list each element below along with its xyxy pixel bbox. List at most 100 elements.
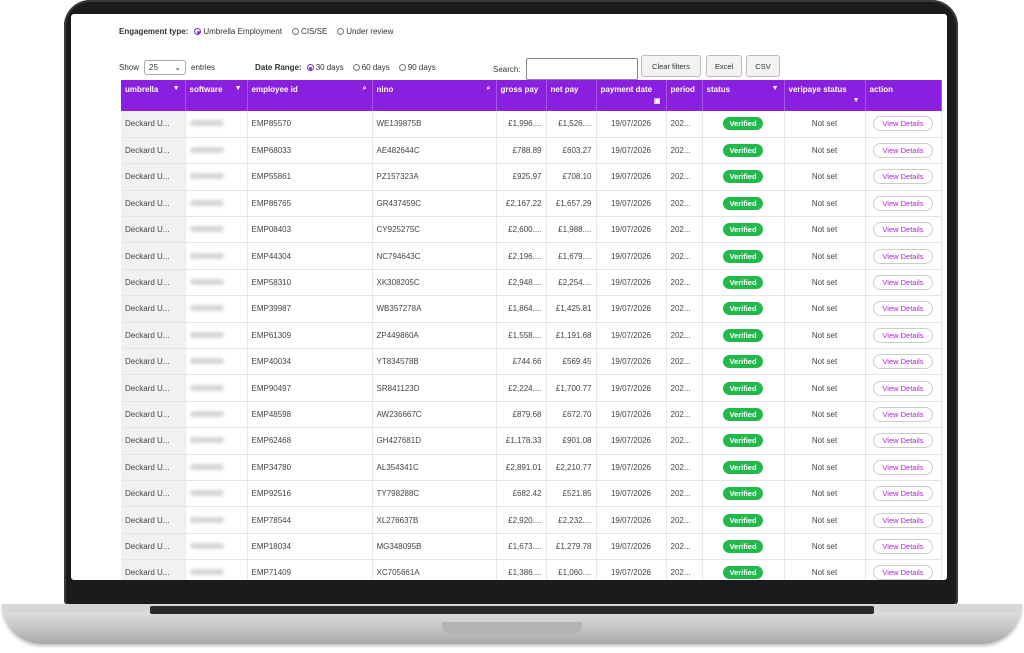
view-details-button[interactable]: View Details bbox=[873, 565, 933, 580]
veripaye-status-cell: Not set bbox=[784, 269, 866, 297]
redacted-software bbox=[189, 305, 224, 312]
column-header-period[interactable]: period bbox=[666, 80, 703, 111]
action-cell: View Details bbox=[865, 269, 942, 297]
nino-cell: TY798288C bbox=[372, 480, 497, 508]
date-range-filter: Date Range: 30 days 60 days 90 days bbox=[255, 63, 436, 72]
software-cell bbox=[185, 190, 248, 218]
period-cell: 202... bbox=[666, 374, 703, 402]
status-cell: Verified bbox=[702, 242, 785, 270]
umbrella-cell: Deckard U... bbox=[121, 216, 186, 244]
screen: Engagement type: Umbrella Employment CIS… bbox=[71, 14, 947, 580]
column-header-software[interactable]: software ▼ bbox=[185, 80, 248, 111]
gross-pay-cell: £682.42 bbox=[496, 480, 547, 508]
umbrella-cell: Deckard U... bbox=[121, 559, 186, 580]
status-cell: Verified bbox=[702, 295, 785, 323]
table-row: Deckard U... EMP55861 PZ157323A £925.97 £708… bbox=[121, 163, 942, 191]
filter-icon[interactable]: ▼ bbox=[772, 85, 779, 92]
veripaye-status-cell: Not set bbox=[784, 137, 866, 165]
view-details-button[interactable]: View Details bbox=[873, 301, 933, 317]
entries-select[interactable]: 25 ⌄ bbox=[144, 60, 187, 75]
status-badge: Verified bbox=[723, 196, 763, 210]
view-details-button[interactable]: View Details bbox=[873, 538, 933, 554]
umbrella-cell: Deckard U... bbox=[121, 454, 186, 481]
gross-pay-cell: £1,558.... bbox=[496, 322, 547, 350]
table-row: Deckard U... EMP48598 AW236667C £879.68 £672… bbox=[121, 401, 942, 429]
column-header-employee-id[interactable]: employee id ⌕ bbox=[247, 80, 373, 111]
date-option-60[interactable]: 60 days bbox=[352, 63, 390, 72]
view-details-button[interactable]: View Details bbox=[873, 143, 933, 159]
nino-cell: XC705661A bbox=[372, 559, 497, 580]
view-details-button[interactable]: View Details bbox=[873, 275, 933, 291]
net-pay-cell: £521.85 bbox=[546, 480, 597, 508]
engagement-option-cis[interactable]: CIS/SE bbox=[292, 27, 327, 36]
view-details-button[interactable]: View Details bbox=[873, 222, 933, 238]
net-pay-cell: £1,425.81 bbox=[546, 295, 597, 323]
column-header-payment-date[interactable]: payment date ▣ bbox=[596, 80, 667, 111]
view-details-button[interactable]: View Details bbox=[873, 380, 933, 396]
column-header-veripaye-status[interactable]: veripaye status ▼ bbox=[784, 80, 866, 111]
view-details-button[interactable]: View Details bbox=[873, 116, 933, 132]
column-header-nino[interactable]: nino ⌕ bbox=[372, 80, 497, 111]
date-option-90[interactable]: 90 days bbox=[398, 63, 436, 72]
excel-button[interactable]: Excel bbox=[706, 55, 742, 77]
redacted-software bbox=[189, 463, 224, 470]
status-cell: Verified bbox=[702, 480, 785, 508]
column-header-net-pay[interactable]: net pay bbox=[546, 80, 597, 111]
laptop-hinge bbox=[150, 606, 874, 614]
view-details-button[interactable]: View Details bbox=[873, 406, 933, 422]
engagement-type-filter: Engagement type: Umbrella Employment CIS… bbox=[119, 27, 397, 36]
column-header-gross-pay[interactable]: gross pay bbox=[496, 80, 547, 111]
net-pay-cell: £672.70 bbox=[546, 401, 597, 429]
filter-icon[interactable]: ▼ bbox=[853, 97, 860, 104]
employee-id-cell: EMP86765 bbox=[247, 190, 373, 218]
status-badge: Verified bbox=[723, 249, 763, 263]
column-header-umbrella[interactable]: umbrella ▼ bbox=[121, 80, 186, 111]
period-cell: 202... bbox=[666, 480, 703, 508]
redacted-software bbox=[189, 516, 224, 523]
search-input[interactable] bbox=[525, 58, 638, 80]
view-details-button[interactable]: View Details bbox=[873, 248, 933, 264]
status-badge: Verified bbox=[723, 513, 763, 527]
employee-id-cell: EMP71409 bbox=[247, 559, 373, 580]
radio-icon bbox=[292, 28, 300, 35]
calendar-icon[interactable]: ▣ bbox=[654, 97, 661, 105]
net-pay-cell: £1,279.78 bbox=[546, 533, 597, 561]
search-icon[interactable]: ⌕ bbox=[487, 85, 491, 93]
view-details-button[interactable]: View Details bbox=[873, 512, 933, 528]
net-pay-cell: £1,191.68 bbox=[546, 322, 597, 350]
employee-id-cell: EMP61309 bbox=[247, 322, 373, 350]
view-details-button[interactable]: View Details bbox=[873, 354, 933, 370]
view-details-button[interactable]: View Details bbox=[873, 459, 933, 475]
column-header-status[interactable]: status ▼ bbox=[702, 80, 785, 111]
gross-pay-cell: £2,224.... bbox=[496, 374, 547, 402]
period-cell: 202... bbox=[666, 533, 703, 561]
engagement-option-umbrella[interactable]: Umbrella Employment bbox=[194, 27, 282, 36]
engagement-option-under-review[interactable]: Under review bbox=[337, 27, 393, 36]
clear-filters-button[interactable]: Clear filters bbox=[641, 55, 701, 77]
view-details-button[interactable]: View Details bbox=[873, 169, 933, 185]
csv-button[interactable]: CSV bbox=[746, 55, 780, 77]
status-badge: Verified bbox=[723, 223, 763, 237]
gross-pay-cell: £1,996.... bbox=[496, 111, 547, 138]
filter-icon[interactable]: ▼ bbox=[235, 85, 242, 92]
action-cell: View Details bbox=[865, 506, 942, 534]
view-details-button[interactable]: View Details bbox=[873, 195, 933, 211]
umbrella-cell: Deckard U... bbox=[121, 348, 186, 376]
filter-icon[interactable]: ▼ bbox=[173, 85, 180, 92]
veripaye-status-cell: Not set bbox=[784, 242, 866, 270]
radio-icon bbox=[352, 64, 360, 71]
search-icon[interactable]: ⌕ bbox=[363, 85, 367, 93]
action-cell: View Details bbox=[865, 454, 942, 481]
software-cell bbox=[185, 216, 248, 244]
view-details-button[interactable]: View Details bbox=[873, 327, 933, 343]
payroll-table: umbrella ▼ software ▼ employee id ⌕ nino ⌕ g… bbox=[121, 80, 942, 580]
view-details-button[interactable]: View Details bbox=[873, 433, 933, 449]
view-details-button[interactable]: View Details bbox=[873, 486, 933, 502]
umbrella-cell: Deckard U... bbox=[121, 374, 186, 402]
software-cell bbox=[185, 480, 248, 508]
date-option-30[interactable]: 30 days bbox=[306, 63, 344, 72]
action-cell: View Details bbox=[865, 111, 942, 138]
software-cell bbox=[185, 322, 248, 350]
table-row: Deckard U... EMP39987 WB357278A £1,864.... £… bbox=[121, 295, 942, 323]
table-row: Deckard U... EMP62468 GH427681D £1,178.33 £9… bbox=[121, 427, 942, 455]
